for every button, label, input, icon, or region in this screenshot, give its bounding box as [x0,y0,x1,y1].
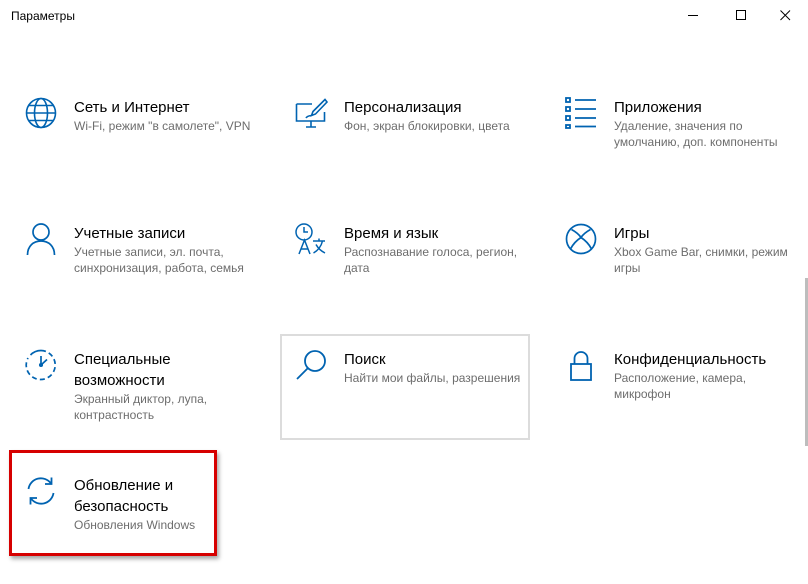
minimize-icon [687,15,698,16]
tile-title: Специальные возможности [74,351,171,389]
tile-description: Удаление, значения по умолчанию, доп. ко… [614,119,778,149]
title-bar: Параметры [0,0,808,31]
tile-apps[interactable]: Приложения Удаление, значения по умолчан… [550,92,800,198]
tile-title: Обновление и безопасность [74,477,174,515]
tile-network[interactable]: Сеть и Интернет Wi-Fi, режим "в самолете… [10,92,260,198]
apps-list-icon [565,97,596,129]
update-sync-icon [27,477,55,505]
close-button[interactable] [762,0,808,31]
tile-title: Приложения [614,99,702,116]
tile-accessibility[interactable]: Специальные возможности Экранный диктор,… [10,344,260,450]
tile-title: Конфиденциальность [614,351,767,368]
tile-personalization[interactable]: Персонализация Фон, экран блокировки, цв… [280,92,530,198]
accessibility-icon [25,349,57,381]
tile-title: Сеть и Интернет [74,99,190,116]
tile-update-security[interactable]: Обновление и безопасность Обновления Win… [10,470,216,576]
tile-title: Персонализация [344,99,462,116]
tile-title: Поиск [344,351,386,368]
tile-accounts[interactable]: Учетные записи Учетные записи, эл. почта… [10,218,260,324]
tile-description: Распознавание голоса, регион, дата [344,245,518,275]
tile-description: Wi-Fi, режим "в самолете", VPN [74,119,251,133]
close-icon [779,10,790,21]
maximize-icon [735,10,746,20]
tile-description: Найти мои файлы, разрешения [344,371,521,385]
lock-icon [570,351,592,381]
globe-icon [25,97,57,129]
tile-title: Учетные записи [74,225,186,242]
xbox-icon [565,223,597,255]
time-language-icon [295,223,326,255]
personalization-icon [295,98,328,128]
tile-games[interactable]: Игры Xbox Game Bar, снимки, режим игры [550,218,800,324]
tile-description: Экранный диктор, лупа, контрастность [74,392,208,422]
tile-description: Расположение, камера, микрофон [614,371,747,401]
tile-title: Игры [614,225,650,242]
tile-description: Xbox Game Bar, снимки, режим игры [614,245,788,275]
tile-privacy[interactable]: Конфиденциальность Расположение, камера,… [550,344,800,450]
minimize-button[interactable] [670,0,716,31]
tile-description: Обновления Windows [74,518,196,532]
person-icon [26,223,56,256]
window-title: Параметры [11,9,75,23]
tile-description: Фон, экран блокировки, цвета [344,119,510,133]
search-icon [296,350,326,380]
tile-description: Учетные записи, эл. почта, синхронизация… [74,245,244,275]
tile-search[interactable]: Поиск Найти мои файлы, разрешения [280,334,530,440]
tile-time-language[interactable]: Время и язык Распознавание голоса, регио… [280,218,530,324]
tile-title: Время и язык [344,225,439,242]
maximize-button[interactable] [718,0,764,31]
